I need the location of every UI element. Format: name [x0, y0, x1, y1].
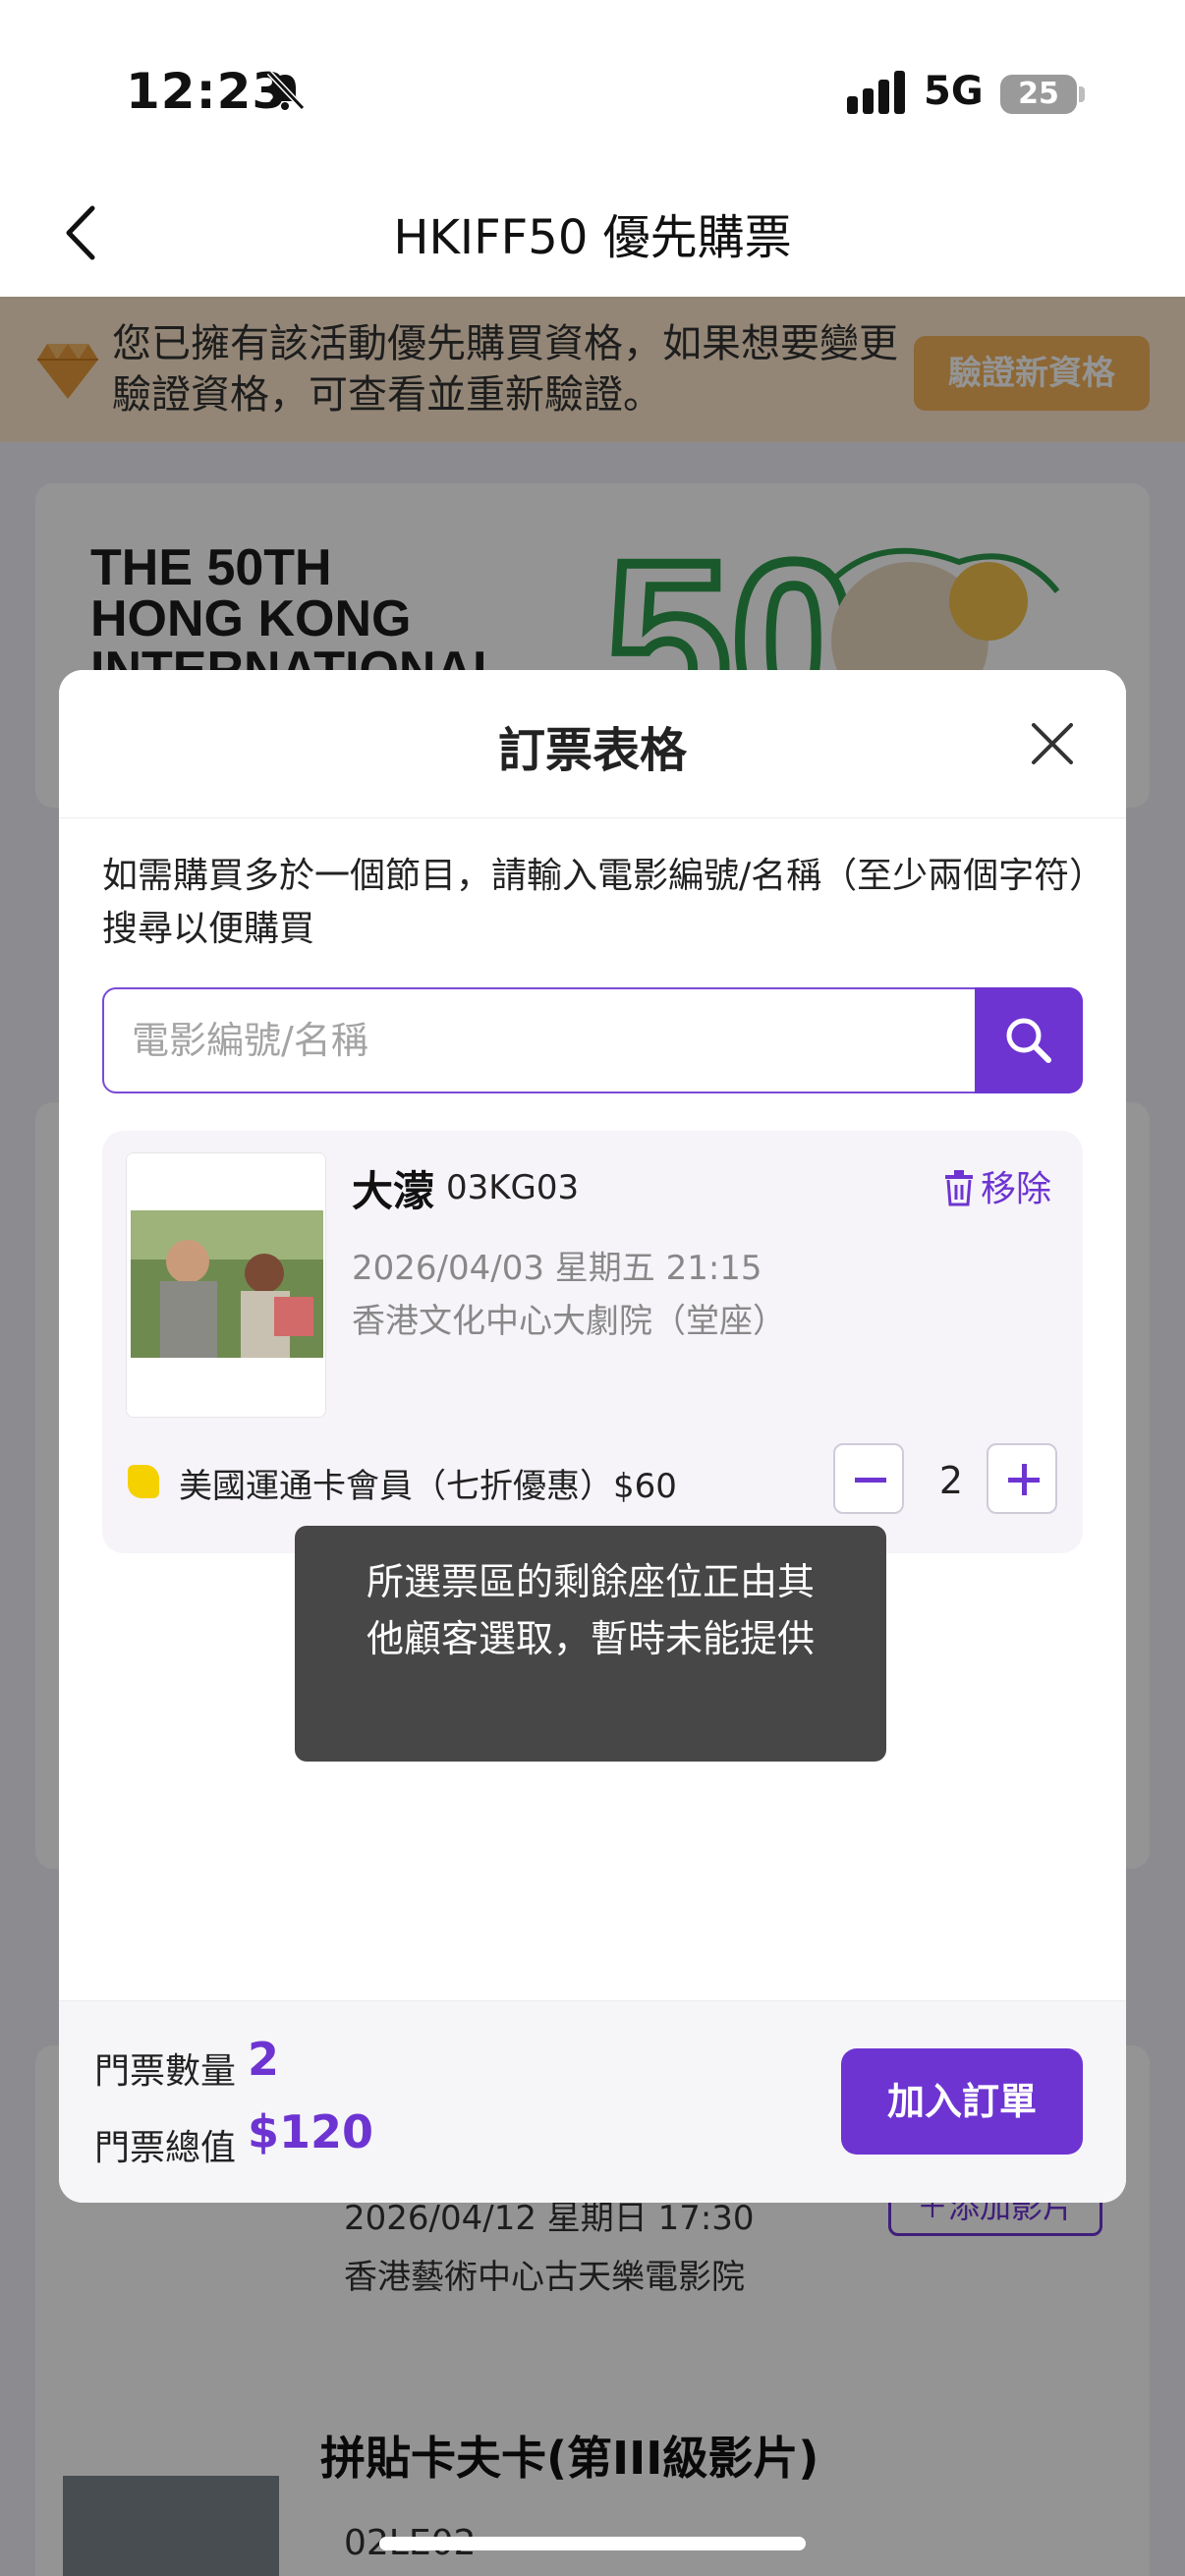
signal-icon [847, 71, 905, 114]
remove-button[interactable]: 移除 [941, 1160, 1051, 1209]
film-venue: 香港文化中心大劇院（堂座） [352, 1302, 786, 1341]
booking-form-modal: 訂票表格 如需購買多於一個節目，請輸入電影編號/名稱（至少兩個字符）搜尋以便購買 [59, 670, 1126, 2203]
home-indicator[interactable] [379, 2537, 806, 2550]
status-bar: 12:23 5G 25 [0, 0, 1185, 177]
close-icon[interactable] [1022, 713, 1083, 774]
modal-footer: 門票數量 2 門票總值 $120 加入訂單 [59, 2000, 1126, 2203]
search-icon [1006, 1018, 1051, 1063]
film-search-input[interactable] [102, 987, 977, 1093]
ticket-count-value: 2 [248, 2033, 280, 2086]
modal-header: 訂票表格 [59, 670, 1126, 817]
search-instruction: 如需購買多於一個節目，請輸入電影編號/名稱（至少兩個字符）搜尋以便購買 [102, 856, 1088, 949]
ticket-tier-label: 美國運通卡會員（七折優惠）$60 [179, 1467, 677, 1506]
search-button[interactable] [975, 987, 1083, 1093]
modal-title: 訂票表格 [497, 723, 687, 778]
ticket-item-card: 大濛 03KG03 移除 2026/04/03 星期五 21:15 香港文化中心… [102, 1131, 1083, 1553]
ticket-total-value: $120 [248, 2105, 374, 2158]
modal-body: 如需購買多於一個節目，請輸入電影編號/名稱（至少兩個字符）搜尋以便購買 電影編號… [59, 817, 1126, 2000]
add-to-order-button[interactable]: 加入訂單 [841, 2048, 1083, 2155]
film-title: 大濛 [352, 1167, 435, 1215]
battery-indicator: 25 [1000, 75, 1077, 114]
seat-unavailable-toast: 所選票區的剩餘座位正由其他顧客選取，暫時未能提供 [295, 1526, 886, 1762]
ticket-tier-color-icon [128, 1465, 159, 1498]
film-datetime: 2026/04/03 星期五 21:15 [352, 1249, 762, 1288]
ticket-total-label: 門票總值 [94, 2128, 237, 2168]
remove-label: 移除 [981, 1169, 1052, 1209]
nav-header: HKIFF50 優先購票 [0, 177, 1185, 297]
trash-icon [945, 1170, 973, 1206]
quantity-value: 2 [938, 1459, 964, 1502]
bell-slash-icon [266, 70, 306, 111]
page-title: HKIFF50 優先購票 [393, 210, 792, 265]
ticket-count-label: 門票數量 [94, 2051, 237, 2092]
network-type: 5G [924, 69, 984, 114]
battery-tip [1079, 86, 1085, 102]
quantity-increase-button[interactable] [987, 1443, 1057, 1514]
quantity-decrease-button[interactable] [833, 1443, 904, 1514]
film-code: 03KG03 [446, 1168, 580, 1207]
film-poster [126, 1152, 326, 1418]
